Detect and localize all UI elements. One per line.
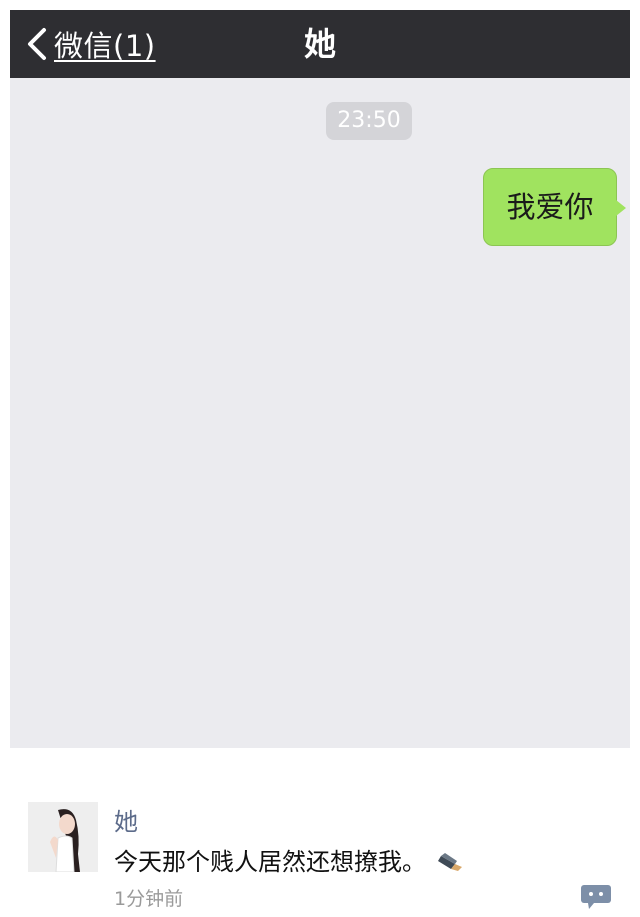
- notification-message-text: 今天那个贱人居然还想撩我。: [114, 848, 426, 876]
- message-timestamp: 23:50: [326, 102, 412, 140]
- bubble-tail: [616, 200, 626, 216]
- avatar-photo: [28, 802, 98, 872]
- sender-name: 她: [114, 808, 138, 836]
- navigation-bar: 微信(1) 她: [10, 10, 630, 78]
- chat-area[interactable]: 23:50 我爱你: [10, 78, 630, 748]
- notification-card[interactable]: 她 今天那个贱人居然还想撩我。 1分钟前: [0, 748, 640, 917]
- notification-time: 1分钟前: [114, 888, 184, 910]
- comment-icon[interactable]: [580, 884, 612, 910]
- chevron-left-icon: [28, 28, 46, 60]
- notification-message: 今天那个贱人居然还想撩我。: [114, 842, 464, 877]
- back-button[interactable]: 微信(1): [22, 10, 156, 78]
- avatar[interactable]: [28, 802, 98, 872]
- phone-screen: 微信(1) 她 23:50 我爱你 她 今天那个贱人居然还想撩我。 1分钟前: [0, 0, 640, 917]
- pen-emoji-icon: [437, 853, 462, 871]
- sent-message-bubble[interactable]: 我爱你: [483, 168, 617, 246]
- back-button-label: 微信(1): [54, 29, 156, 63]
